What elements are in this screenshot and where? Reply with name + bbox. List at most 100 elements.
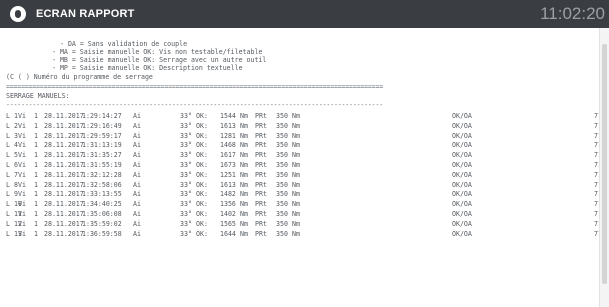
separator-line: ========================================…: [6, 83, 383, 91]
row-tunit: Nm: [292, 121, 300, 130]
row-code: OK/OA: [452, 190, 472, 199]
row-unit: Nm: [240, 161, 248, 169]
row-date: 28.11.2017: [44, 200, 84, 209]
row-flag: PRt: [255, 170, 267, 179]
row-code: OK/OA: [452, 180, 472, 189]
row-vis: Vi: [18, 190, 26, 199]
scrollbar-thumb[interactable]: [602, 44, 607, 284]
row-prog: 1: [34, 170, 38, 179]
row-unit: Nm: [240, 121, 248, 130]
row-status: OK:: [196, 210, 208, 218]
row-tunit: Nm: [292, 161, 300, 169]
row-marker: L: [6, 229, 10, 238]
row-flag: PRt: [255, 210, 267, 218]
row-tunit: Nm: [292, 151, 300, 160]
row-prog: 1: [34, 131, 38, 140]
row-target: 350: [276, 180, 288, 189]
report-text-area[interactable]: - DA = Sans validation de couple - MA = …: [0, 34, 600, 307]
row-target: 350: [276, 141, 288, 150]
row-angle: 33°: [180, 121, 192, 130]
row-vis: Vi: [18, 219, 26, 228]
vertical-scrollbar[interactable]: [599, 28, 609, 307]
row-torque: 1673: [220, 161, 236, 169]
row-vis: Vi: [18, 131, 26, 140]
row-code: OK/OA: [452, 141, 472, 150]
row-prog: 1: [34, 141, 38, 150]
row-target: 350: [276, 131, 288, 140]
row-prog: 1: [34, 200, 38, 209]
row-code: OK/OA: [452, 219, 472, 228]
row-code: OK/OA: [452, 210, 472, 218]
column-separator: ----------------------------------------…: [6, 101, 383, 109]
row-date: 28.11.2017: [44, 219, 84, 228]
row-marker: L: [6, 141, 10, 150]
row-res: Ai: [133, 141, 141, 150]
row-prog: 1: [34, 121, 38, 130]
row-torque: 1482: [220, 190, 236, 199]
row-flag: PRt: [255, 200, 267, 209]
row-torque: 1356: [220, 200, 236, 209]
row-unit: Nm: [240, 210, 248, 218]
row-time: 1:29:16:49: [82, 121, 122, 130]
row-target: 350: [276, 170, 288, 179]
row-torque: 1402: [220, 210, 236, 218]
window-title: ECRAN RAPPORT: [36, 8, 135, 20]
row-prog: 1: [34, 210, 38, 218]
row-status: OK:: [196, 219, 208, 228]
row-status: OK:: [196, 161, 208, 169]
row-code: OK/OA: [452, 170, 472, 179]
legend-line: - MB = Saisie manuelle OK: Serrage avec …: [52, 56, 267, 64]
row-marker: L: [6, 200, 10, 209]
row-torque: 1613: [220, 121, 236, 130]
row-prog: 1: [34, 229, 38, 238]
row-unit: Nm: [240, 219, 248, 228]
row-tunit: Nm: [292, 170, 300, 179]
row-unit: Nm: [240, 141, 248, 150]
row-res: Ai: [133, 219, 141, 228]
row-target: 350: [276, 190, 288, 199]
row-status: OK:: [196, 180, 208, 189]
row-target: 350: [276, 112, 288, 120]
row-flag: PRt: [255, 161, 267, 169]
app-logo-icon: [10, 6, 26, 22]
row-flag: PRt: [255, 151, 267, 160]
row-tunit: Nm: [292, 112, 300, 120]
row-time: 1:36:59:58: [82, 229, 122, 238]
row-prog: 1: [34, 219, 38, 228]
row-time: 1:32:58:06: [82, 180, 122, 189]
row-time: 1:34:40:25: [82, 200, 122, 209]
row-date: 28.11.2017: [44, 180, 84, 189]
row-date: 28.11.2017: [44, 229, 84, 238]
legend-line: - MA = Saisie manuelle OK: Vis non testa…: [52, 48, 263, 56]
row-unit: Nm: [240, 151, 248, 160]
row-target: 350: [276, 219, 288, 228]
row-status: OK:: [196, 200, 208, 209]
row-date: 28.11.2017: [44, 121, 84, 130]
row-code: OK/OA: [452, 131, 472, 140]
row-marker: L: [6, 170, 10, 179]
row-unit: Nm: [240, 190, 248, 199]
row-vis: Vi: [18, 112, 26, 120]
row-target: 350: [276, 151, 288, 160]
row-marker: L: [6, 151, 10, 160]
section-title: SERRAGE MANUELS:: [6, 92, 70, 100]
row-unit: Nm: [240, 229, 248, 238]
row-flag: PRt: [255, 180, 267, 189]
row-tunit: Nm: [292, 180, 300, 189]
row-flag: PRt: [255, 141, 267, 150]
row-unit: Nm: [240, 170, 248, 179]
row-date: 28.11.2017: [44, 190, 84, 199]
row-date: 28.11.2017: [44, 151, 84, 160]
row-time: 1:35:59:02: [82, 219, 122, 228]
row-code: OK/OA: [452, 229, 472, 238]
row-target: 350: [276, 161, 288, 169]
row-angle: 33°: [180, 200, 192, 209]
row-time: 1:31:55:19: [82, 161, 122, 169]
row-tunit: Nm: [292, 210, 300, 218]
row-marker: L: [6, 180, 10, 189]
row-target: 350: [276, 121, 288, 130]
row-vis: Vi: [18, 229, 26, 238]
row-angle: 33°: [180, 112, 192, 120]
row-vis: Vi: [18, 161, 26, 169]
row-angle: 33°: [180, 151, 192, 160]
